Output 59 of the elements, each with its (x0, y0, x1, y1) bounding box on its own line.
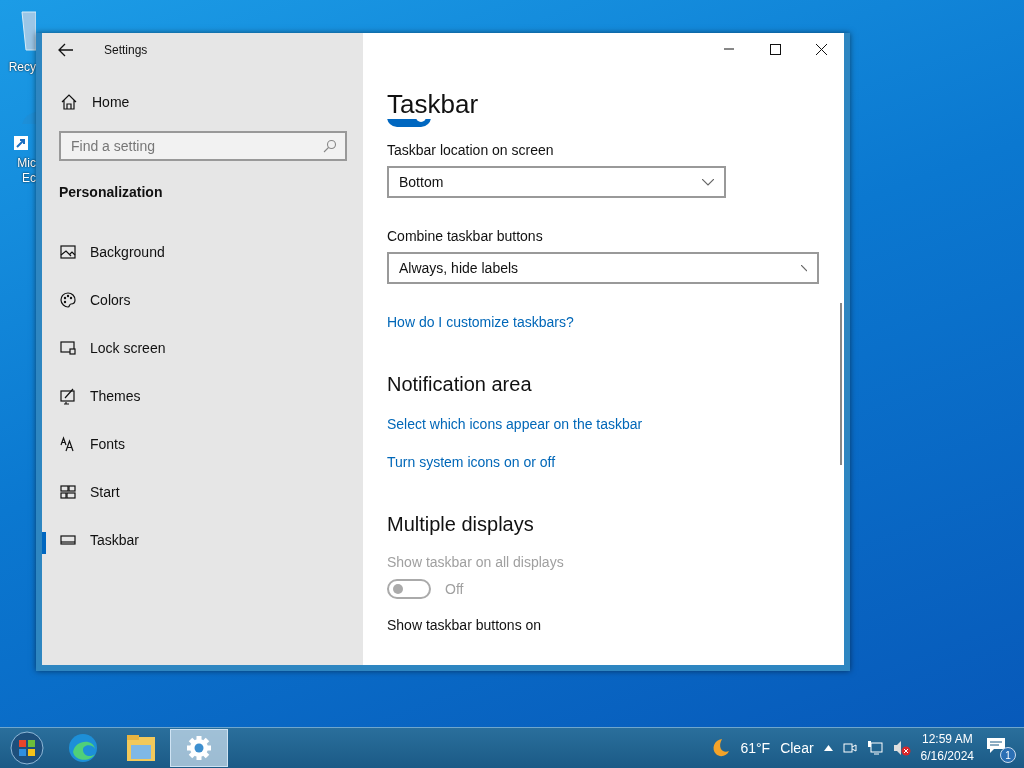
home-icon[interactable] (60, 93, 78, 111)
field-label: Show taskbar buttons on (387, 617, 543, 633)
monitor-lock-icon (59, 339, 77, 357)
search-field[interactable]: Find a setting (59, 131, 347, 161)
maximize-icon (769, 43, 781, 55)
monitor-brush-icon (59, 387, 77, 405)
nav-item[interactable]: Lock screen (42, 324, 363, 372)
toggle-state: Off (445, 581, 464, 597)
desktop-icon-label: Mic (17, 156, 36, 171)
combine-dropdown[interactable]: Always, hide labels (387, 252, 819, 284)
section-heading: Notification area (387, 372, 533, 396)
clock[interactable]: 12:59 AM 6/16/2024 (920, 731, 974, 765)
help-link[interactable]: How do I customize taskbars? (387, 314, 574, 330)
notification-button[interactable]: 1 (984, 733, 1014, 763)
palette-icon (59, 291, 77, 309)
taskbar-button[interactable] (170, 729, 228, 767)
camera-icon[interactable] (842, 740, 857, 756)
settings-link[interactable]: Turn system icons on or off (387, 454, 556, 470)
notification-badge: 1 (1000, 747, 1016, 763)
speaker-muted-icon[interactable] (892, 740, 911, 756)
nav-item[interactable]: Start (42, 468, 363, 516)
page-title: Taskbar (387, 89, 480, 119)
nav-item[interactable]: Colors (42, 276, 363, 324)
section-heading: Personalization (59, 184, 164, 200)
window-title: Settings (104, 42, 148, 57)
section-heading: Multiple displays (387, 512, 535, 536)
tiles-icon (59, 483, 77, 501)
close-icon (815, 43, 827, 55)
back-arrow-icon[interactable] (58, 42, 74, 57)
minimize-icon (724, 48, 734, 50)
chevron-down-icon (702, 178, 714, 186)
app-orb-icon[interactable] (10, 731, 44, 765)
browser-icon[interactable] (67, 732, 99, 764)
temperature[interactable]: 61°F (740, 740, 771, 756)
desktop-icon-label: Recy (8, 60, 36, 75)
image-icon (59, 243, 77, 261)
network-icon[interactable] (866, 740, 883, 756)
letters-icon (59, 435, 77, 453)
nav-item[interactable]: Background (42, 228, 363, 276)
field-label: Taskbar location on screen (387, 142, 555, 158)
recycle-bin-icon[interactable] (20, 8, 36, 52)
message-icon (986, 737, 1006, 755)
location-dropdown[interactable]: Bottom (387, 166, 726, 198)
nav-item[interactable]: Themes (42, 372, 363, 420)
home-link[interactable]: Home (92, 94, 130, 110)
nav-item[interactable]: Taskbar (42, 516, 363, 564)
chevron-up-icon[interactable] (823, 745, 833, 751)
search-icon[interactable] (323, 139, 337, 153)
field-label: Combine taskbar buttons (387, 228, 544, 244)
settings-link[interactable]: Select which icons appear on the taskbar (387, 416, 643, 432)
folder-icon[interactable] (125, 733, 157, 763)
nav-item[interactable]: Fonts (42, 420, 363, 468)
toggle-label: Show taskbar on all displays (387, 554, 565, 570)
desktop-icon-label: Ec (22, 171, 36, 186)
gear-icon[interactable] (185, 734, 213, 762)
browser-shortcut-icon[interactable] (12, 110, 36, 150)
chevron-down-icon (801, 264, 807, 272)
weather-text[interactable]: Clear (780, 740, 814, 756)
scrollbar[interactable] (840, 303, 842, 465)
